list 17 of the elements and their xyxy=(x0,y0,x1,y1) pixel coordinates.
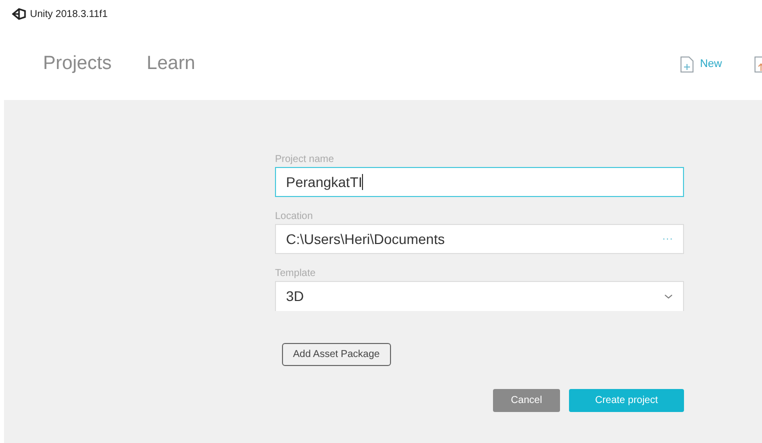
create-project-button[interactable]: Create project xyxy=(569,389,684,412)
chevron-down-icon xyxy=(664,294,673,299)
add-asset-package-button[interactable]: Add Asset Package xyxy=(282,343,391,366)
nav-tab[interactable]: Projects xyxy=(43,50,112,78)
location-field[interactable]: C:\Users\Heri\Documents ··· xyxy=(275,224,684,254)
template-dropdown[interactable]: 3D xyxy=(275,281,684,311)
nav-tab[interactable]: Learn xyxy=(146,50,196,78)
field-label: Location xyxy=(275,210,314,224)
cube-logo-icon xyxy=(12,8,26,20)
browse-button[interactable]: ··· xyxy=(662,230,673,248)
field-label: Template xyxy=(275,267,317,281)
field-label: Project name xyxy=(275,153,335,167)
new-button[interactable]: New xyxy=(680,56,722,72)
window-title: Unity 2018.3.11f1 xyxy=(30,8,108,22)
file-plus-icon xyxy=(680,56,694,72)
cancel-button[interactable]: Cancel xyxy=(493,389,560,412)
project-name-field[interactable]: PerangkatTI xyxy=(275,167,684,197)
